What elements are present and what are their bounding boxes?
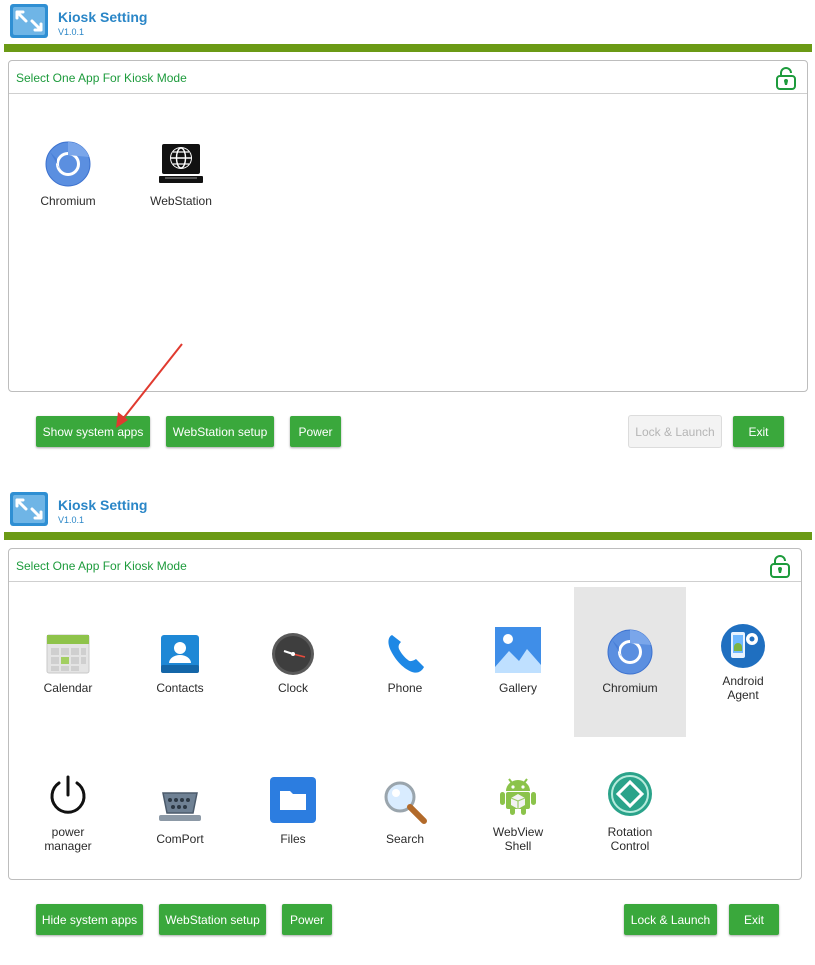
header-divider xyxy=(4,44,812,52)
app-tile-webview-shell[interactable]: WebView Shell xyxy=(462,739,574,889)
folder-icon xyxy=(270,777,316,823)
kiosk-screen-system-apps: Kiosk Setting V1.0.1 Select One App For … xyxy=(0,488,815,965)
app-label-line1: Android xyxy=(722,674,764,688)
app-version: V1.0.1 xyxy=(58,515,85,525)
app-label: Calendar xyxy=(43,681,93,695)
webstation-setup-button[interactable]: WebStation setup xyxy=(159,904,266,935)
app-label-line2: Agent xyxy=(727,688,759,702)
app-tile-gallery[interactable]: Gallery xyxy=(462,587,574,737)
panel-title: Select One App For Kiosk Mode xyxy=(16,559,187,573)
app-label-line2: manager xyxy=(44,839,92,853)
kiosk-logo-icon xyxy=(10,492,48,526)
android-robot-icon xyxy=(495,771,541,817)
power-icon xyxy=(45,773,91,819)
app-tile-clock[interactable]: Clock xyxy=(237,587,349,737)
app-label: WebStation xyxy=(150,194,212,208)
app-label: Clock xyxy=(277,681,308,695)
app-tile-chromium[interactable]: Chromium xyxy=(12,101,124,251)
app-tile-webstation[interactable]: WebStation xyxy=(125,101,237,251)
app-tile-chromium-selected[interactable]: Chromium xyxy=(574,587,686,737)
app-tile-comport[interactable]: ComPort xyxy=(124,739,236,889)
android-agent-icon xyxy=(720,623,766,669)
app-tile-contacts[interactable]: Contacts xyxy=(124,587,236,737)
app-label-line1: WebView xyxy=(492,825,544,839)
unlock-icon[interactable] xyxy=(769,554,791,578)
app-label-line1: Rotation xyxy=(607,825,653,839)
hide-system-apps-button[interactable]: Hide system apps xyxy=(36,904,143,935)
lock-launch-button[interactable]: Lock & Launch xyxy=(629,416,721,447)
app-label-line2: Control xyxy=(610,839,650,853)
chromium-icon xyxy=(45,141,91,187)
panel-title: Select One App For Kiosk Mode xyxy=(16,71,187,85)
annotation-arrow-icon xyxy=(116,343,183,428)
app-label-line2: Shell xyxy=(504,839,532,853)
serial-port-icon xyxy=(157,779,203,825)
app-label: Files xyxy=(280,832,306,846)
panel-header: Select One App For Kiosk Mode xyxy=(9,549,801,582)
app-version: V1.0.1 xyxy=(58,27,85,37)
app-title: Kiosk Setting xyxy=(58,497,148,513)
app-label: Search xyxy=(385,832,425,846)
power-button[interactable]: Power xyxy=(290,416,341,447)
app-label: Gallery xyxy=(498,681,537,695)
lock-launch-button[interactable]: Lock & Launch xyxy=(624,904,717,935)
rotation-icon xyxy=(607,771,653,817)
app-tile-phone[interactable]: Phone xyxy=(349,587,461,737)
app-label: Chromium xyxy=(602,681,658,695)
magnifier-icon xyxy=(382,779,428,825)
app-tile-rotation-control[interactable]: Rotation Control xyxy=(574,739,686,889)
clock-icon xyxy=(270,631,316,677)
chromium-icon xyxy=(607,629,653,675)
exit-button[interactable]: Exit xyxy=(729,904,779,935)
gallery-icon xyxy=(495,627,541,673)
app-label: ComPort xyxy=(156,832,204,846)
globe-monitor-icon xyxy=(158,141,204,187)
app-tile-files[interactable]: Files xyxy=(237,739,349,889)
app-tile-search[interactable]: Search xyxy=(349,739,461,889)
contacts-icon xyxy=(157,631,203,677)
exit-button[interactable]: Exit xyxy=(733,416,784,447)
app-tile-android-agent[interactable]: Android Agent xyxy=(687,587,799,737)
phone-icon xyxy=(382,631,428,677)
power-button[interactable]: Power xyxy=(282,904,332,935)
unlock-icon[interactable] xyxy=(775,66,797,90)
app-label-line1: power xyxy=(51,825,85,839)
calendar-icon xyxy=(45,631,91,677)
app-label: Chromium xyxy=(40,194,96,208)
kiosk-screen-default: Kiosk Setting V1.0.1 Select One App For … xyxy=(0,0,815,470)
app-tile-power-manager[interactable]: power manager xyxy=(12,739,124,889)
app-label: Contacts xyxy=(156,681,204,695)
header-divider xyxy=(4,532,812,540)
kiosk-logo-icon xyxy=(10,4,48,38)
app-tile-calendar[interactable]: Calendar xyxy=(12,587,124,737)
app-label: Phone xyxy=(387,681,423,695)
app-selection-panel: Select One App For Kiosk Mode Calendar C… xyxy=(8,548,802,880)
app-header: Kiosk Setting V1.0.1 xyxy=(0,0,815,52)
app-title: Kiosk Setting xyxy=(58,9,148,25)
app-header: Kiosk Setting V1.0.1 xyxy=(0,488,815,540)
panel-header: Select One App For Kiosk Mode xyxy=(9,61,807,94)
